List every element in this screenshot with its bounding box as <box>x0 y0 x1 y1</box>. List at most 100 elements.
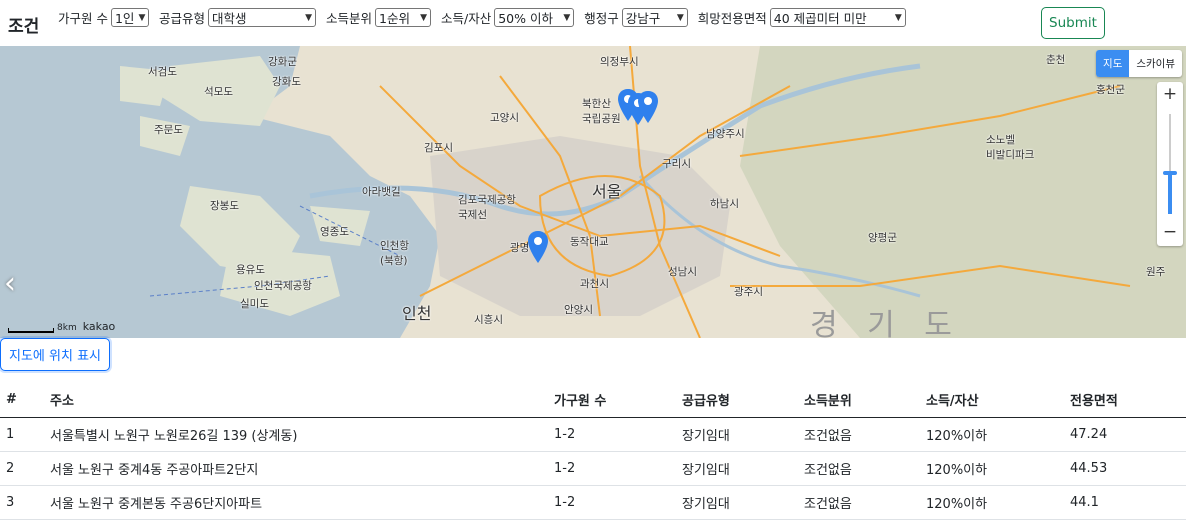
map-label-dongjak: 동작대교 <box>570 236 609 248</box>
page-title: 조건 <box>8 17 40 37</box>
row-household: 1-2 <box>548 417 676 452</box>
results-table: # 주소 가구원 수 공급유형 소득분위 소득/자산 전용면적 1 서울특별시 … <box>0 383 1186 520</box>
row-household: 1-2 <box>548 485 676 520</box>
map-label-ganghwa2: 강화도 <box>272 76 301 88</box>
zoom-out-button[interactable]: − <box>1157 220 1183 244</box>
row-index: 2 <box>0 451 44 486</box>
area-select[interactable]: 40 제곱미터 미만 ▼ <box>769 8 906 27</box>
table-header-row: # 주소 가구원 수 공급유형 소득분위 소득/자산 전용면적 <box>0 383 1186 418</box>
select-value: 1인 <box>114 11 135 26</box>
map-label-guri: 구리시 <box>662 158 691 170</box>
map-label-gyeonggi: 경 기 도 <box>810 308 962 338</box>
filter-supply-type: 공급유형 대학생 ▼ <box>159 8 316 27</box>
map-scale: 8km kakao <box>8 320 115 333</box>
row-income-rank: 조건없음 <box>798 417 920 452</box>
district-select[interactable]: 강남구 ▼ <box>621 8 688 27</box>
map-label-gwangju: 광주시 <box>734 286 763 298</box>
map-label-yangpyeong: 양평군 <box>868 232 897 244</box>
filter-label: 소득분위 <box>326 11 373 26</box>
map-label-seokmo: 석모도 <box>204 86 233 98</box>
row-supply-type: 장기임대 <box>676 451 798 486</box>
chevron-down-icon: ▼ <box>563 12 571 23</box>
zoom-slider-handle[interactable] <box>1163 171 1177 175</box>
filter-label: 소득/자산 <box>441 11 492 26</box>
column-header: 가구원 수 <box>548 383 676 418</box>
row-address: 서울특별시 노원구 노원로26길 139 (상계동) <box>44 417 548 452</box>
income-rank-select[interactable]: 1순위 ▼ <box>375 8 432 27</box>
map-label-airport-gimpo: 김포국제공항 국제선 <box>458 194 516 221</box>
column-header: 전용면적 <box>1064 383 1186 418</box>
chevron-down-icon: ▼ <box>676 12 684 23</box>
filters-row: 가구원 수 1인 ▼ 공급유형 대학생 ▼ 소득분위 1순위 ▼ 소득/자산 50% … <box>58 8 916 27</box>
map-label-seoul: 서울 <box>592 182 622 201</box>
chevron-down-icon: ▼ <box>894 12 902 23</box>
map-label-bukhansan: 북한산 국립공원 <box>582 98 621 125</box>
kakao-logo: kakao <box>82 320 116 333</box>
row-area: 44.53 <box>1064 451 1186 486</box>
select-value: 강남구 <box>625 11 661 26</box>
select-value: 1순위 <box>379 11 410 26</box>
map-label-uijeongbu: 의정부시 <box>600 56 639 68</box>
map-label-silmido: 실미도 <box>240 298 269 310</box>
map-label-hongcheon: 홍천군 <box>1096 84 1125 96</box>
column-header: 소득/자산 <box>920 383 1064 418</box>
table-row[interactable]: 3 서울 노원구 중계본동 주공6단지아파트 1-2 장기임대 조건없음 120… <box>0 485 1186 520</box>
chevron-down-icon: ▼ <box>138 12 146 23</box>
filter-label: 행정구 <box>584 11 619 26</box>
map-label-gimpo: 김포시 <box>424 142 453 154</box>
map-type-map-button[interactable]: 지도 <box>1096 50 1130 77</box>
map-label-chuncheon: 춘천 <box>1046 54 1066 66</box>
map-label-incheon: 인천 <box>402 304 432 323</box>
column-header: 주소 <box>44 383 548 418</box>
select-value: 대학생 <box>212 11 247 26</box>
zoom-control: + − <box>1157 82 1183 246</box>
row-area: 44.1 <box>1064 485 1186 520</box>
chevron-down-icon: ▼ <box>305 12 312 23</box>
column-header: 공급유형 <box>676 383 798 418</box>
filter-area: 희망전용면적 40 제곱미터 미만 ▼ <box>698 8 906 27</box>
income-assets-select[interactable]: 50% 이하 ▼ <box>494 8 575 27</box>
scale-bar <box>8 328 54 333</box>
row-address: 서울 노원구 중계본동 주공6단지아파트 <box>44 485 548 520</box>
map-label-hanam: 하남시 <box>710 198 739 210</box>
map-label-siheung: 시흥시 <box>474 314 503 326</box>
table-row[interactable]: 2 서울 노원구 중계4동 주공아파트2단지 1-2 장기임대 조건없음 120… <box>0 451 1186 486</box>
map-label-wonju: 원주 <box>1146 266 1166 278</box>
show-location-button[interactable]: 지도에 위치 표시 <box>0 338 110 371</box>
map-label-jangbongdo: 장봉도 <box>210 200 239 212</box>
map-label-seogeomdo: 서검도 <box>148 66 177 78</box>
row-address: 서울 노원구 중계4동 주공아파트2단지 <box>44 451 548 486</box>
map-type-skyview-button[interactable]: 스카이뷰 <box>1129 50 1182 77</box>
map-pin-icon[interactable] <box>527 230 549 264</box>
row-income-assets: 120%이하 <box>920 451 1064 486</box>
supply-type-select[interactable]: 대학생 ▼ <box>208 8 316 27</box>
map[interactable]: 서울 인천 경 기 도 김포시 고양시 의정부시 남양주시 구리시 하남시 광명… <box>0 46 1186 338</box>
filter-label: 공급유형 <box>158 11 205 26</box>
map-label-yongyudo: 용유도 <box>236 264 265 276</box>
filter-bar: 조건 가구원 수 1인 ▼ 공급유형 대학생 ▼ 소득분위 1순위 ▼ 소득/자산 5… <box>0 0 1186 46</box>
map-label-airport-incheon: 인천국제공항 <box>254 280 312 292</box>
map-label-arasseo: 아라뱃길 <box>362 186 401 198</box>
map-label-incheon-port: 인천항 (북항) <box>380 240 409 267</box>
filter-income-assets: 소득/자산 50% 이하 ▼ <box>441 8 575 27</box>
scale-text: 8km <box>57 323 77 333</box>
map-label-vivaldi: 소노벨 비발디파크 <box>986 134 1035 161</box>
column-header: # <box>0 383 44 418</box>
map-label-ganghwa: 강화군 <box>268 56 297 68</box>
filter-label: 희망전용면적 <box>697 11 767 26</box>
row-income-rank: 조건없음 <box>798 485 920 520</box>
chevron-left-icon[interactable]: ‹ <box>4 266 16 301</box>
map-pin-icon[interactable] <box>637 90 659 124</box>
map-label-goyang: 고양시 <box>490 112 519 124</box>
map-label-jumundo: 주문도 <box>154 124 183 136</box>
table-row[interactable]: 1 서울특별시 노원구 노원로26길 139 (상계동) 1-2 장기임대 조건… <box>0 417 1186 452</box>
row-income-rank: 조건없음 <box>798 451 920 486</box>
map-label-anyang: 안양시 <box>564 304 593 316</box>
row-income-assets: 120%이하 <box>920 417 1064 452</box>
row-area: 47.24 <box>1064 417 1186 452</box>
submit-button[interactable]: Submit <box>1041 7 1105 39</box>
filter-label: 가구원 수 <box>58 11 108 26</box>
zoom-in-button[interactable]: + <box>1157 82 1183 106</box>
household-size-select[interactable]: 1인 ▼ <box>110 8 149 27</box>
row-household: 1-2 <box>548 451 676 486</box>
